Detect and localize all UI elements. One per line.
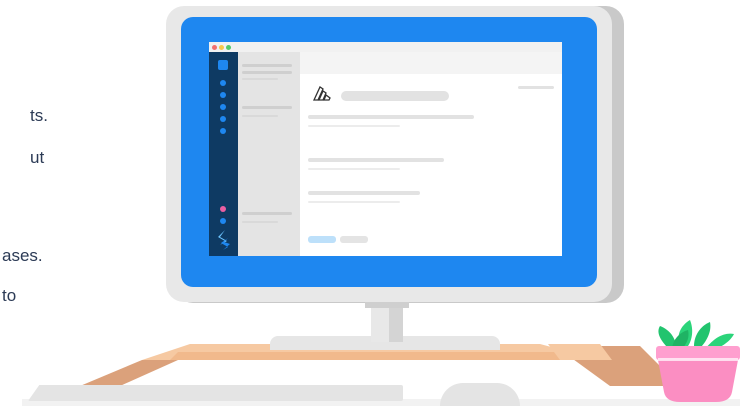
pot-body xyxy=(658,360,738,402)
plant-leaf xyxy=(694,322,711,348)
pot-rim xyxy=(656,346,740,360)
pot-band xyxy=(658,358,738,361)
potted-plant xyxy=(656,320,740,402)
